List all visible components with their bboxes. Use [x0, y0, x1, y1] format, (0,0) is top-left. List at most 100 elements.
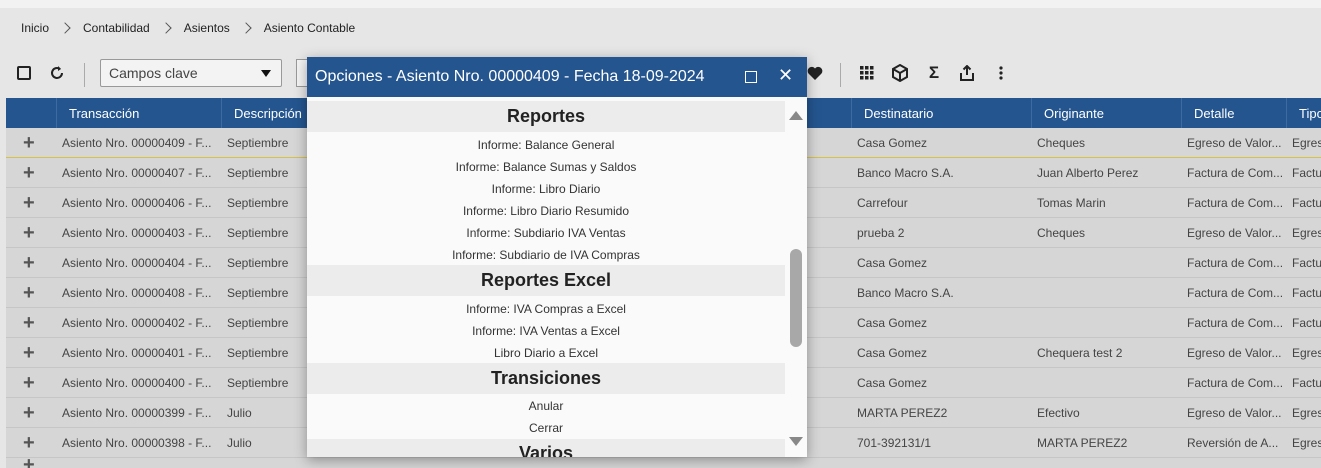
option-libro-diario-resumido[interactable]: Informe: Libro Diario Resumido — [307, 200, 785, 222]
plus-icon[interactable]: + — [23, 128, 35, 158]
caret-down-icon — [261, 70, 271, 77]
cell-descripcion: Julio — [227, 436, 252, 450]
cell-transaccion: Asiento Nro. 00000408 - F... — [62, 286, 212, 300]
cube-icon — [892, 64, 908, 82]
option-cerrar[interactable]: Cerrar — [307, 417, 785, 439]
column-header-transaccion[interactable]: Transacción — [56, 98, 221, 128]
cell-destinatario: 701-392131/1 — [857, 436, 932, 450]
option-libro-diario[interactable]: Informe: Libro Diario — [307, 178, 785, 200]
cell-detalle: Factura de Com... — [1187, 196, 1284, 210]
close-icon[interactable]: ✕ — [778, 65, 793, 86]
cell-destinatario: Casa Gomez — [857, 316, 928, 330]
column-header-expand — [6, 98, 56, 128]
plus-icon[interactable]: + — [23, 450, 35, 468]
toolbar-divider — [84, 63, 85, 87]
plus-icon[interactable]: + — [23, 248, 35, 278]
filter-select[interactable]: Campos clave — [100, 59, 282, 87]
breadcrumb-contabilidad[interactable]: Contabilidad — [83, 21, 150, 35]
plus-icon[interactable]: + — [23, 338, 35, 368]
cell-detalle: Factura de Com... — [1187, 286, 1284, 300]
plus-icon[interactable]: + — [23, 158, 35, 188]
favorite-button[interactable] — [805, 48, 825, 98]
section-transiciones: Transiciones — [307, 363, 785, 394]
breadcrumb-asientos[interactable]: Asientos — [184, 21, 230, 35]
cell-destinatario: Banco Macro S.A. — [857, 166, 954, 180]
column-header-detalle[interactable]: Detalle — [1181, 98, 1286, 128]
cell-destinatario: Casa Gomez — [857, 346, 928, 360]
sum-button[interactable]: Σ — [924, 48, 944, 98]
columns-button[interactable] — [857, 48, 877, 98]
cell-destinatario: Casa Gomez — [857, 376, 928, 390]
column-header-originante[interactable]: Originante — [1031, 98, 1181, 128]
top-strip — [0, 0, 1321, 8]
plus-icon[interactable]: + — [23, 398, 35, 428]
chevron-right-icon — [59, 22, 71, 34]
dialog-scrollbar[interactable] — [785, 97, 807, 457]
more-button[interactable] — [992, 48, 1010, 98]
sigma-icon: Σ — [928, 63, 940, 82]
cell-transaccion: Asiento Nro. 00000407 - F... — [62, 166, 212, 180]
cell-tipo: Egres — [1292, 226, 1321, 240]
cell-tipo: Egres — [1292, 436, 1321, 450]
option-balance-sumas-saldos[interactable]: Informe: Balance Sumas y Saldos — [307, 156, 785, 178]
toolbar-divider — [840, 63, 841, 87]
column-header-tipo[interactable]: Tipo — [1286, 98, 1321, 128]
plus-icon[interactable]: + — [23, 218, 35, 248]
cell-descripcion: Septiembre — [227, 196, 289, 210]
option-balance-general[interactable]: Informe: Balance General — [307, 134, 785, 156]
checkbox-icon — [17, 66, 31, 80]
breadcrumb-inicio[interactable]: Inicio — [21, 21, 49, 35]
cell-destinatario: prueba 2 — [857, 226, 905, 240]
cell-destinatario: Casa Gomez — [857, 136, 928, 150]
option-iva-compras-excel[interactable]: Informe: IVA Compras a Excel — [307, 298, 785, 320]
scroll-thumb[interactable] — [790, 249, 802, 347]
cell-tipo: Egres — [1292, 406, 1321, 420]
refresh-button[interactable] — [46, 48, 68, 98]
section-reportes-excel: Reportes Excel — [307, 265, 785, 296]
option-anular[interactable]: Anular — [307, 395, 785, 417]
option-subdiario-iva-ventas[interactable]: Informe: Subdiario IVA Ventas — [307, 222, 785, 244]
cell-originante: Cheques — [1037, 136, 1086, 150]
scroll-down-icon[interactable] — [789, 437, 803, 446]
cell-transaccion: Asiento Nro. 00000409 - F... — [62, 136, 212, 150]
cell-transaccion: Asiento Nro. 00000400 - F... — [62, 376, 212, 390]
options-dialog: Opciones - Asiento Nro. 00000409 - Fecha… — [307, 57, 807, 457]
cell-tipo: Egres — [1292, 136, 1321, 150]
option-subdiario-iva-compras[interactable]: Informe: Subdiario de IVA Compras — [307, 244, 785, 266]
table-row[interactable]: + — [6, 454, 1321, 468]
cell-transaccion: Asiento Nro. 00000401 - F... — [62, 346, 212, 360]
plus-icon[interactable]: + — [23, 368, 35, 398]
scroll-up-icon[interactable] — [789, 111, 803, 120]
export-button[interactable] — [957, 48, 977, 98]
plus-icon[interactable]: + — [23, 278, 35, 308]
cell-originante: MARTA PEREZ2 — [1037, 436, 1128, 450]
cell-destinatario: Banco Macro S.A. — [857, 286, 954, 300]
plus-icon[interactable]: + — [23, 188, 35, 218]
option-iva-ventas-excel[interactable]: Informe: IVA Ventas a Excel — [307, 320, 785, 342]
cell-detalle: Reversión de A... — [1187, 436, 1279, 450]
heart-icon — [807, 66, 823, 80]
cell-descripcion: Julio — [227, 406, 252, 420]
export-icon — [960, 65, 974, 81]
cell-destinatario: Carrefour — [857, 196, 908, 210]
column-header-destinatario[interactable]: Destinatario — [851, 98, 1031, 128]
select-all-button[interactable] — [14, 48, 34, 98]
section-reportes: Reportes — [307, 101, 785, 132]
cell-tipo: Factu — [1292, 286, 1321, 300]
cell-originante: Juan Alberto Perez — [1037, 166, 1139, 180]
refresh-icon — [51, 66, 63, 79]
breadcrumb: Inicio Contabilidad Asientos Asiento Con… — [0, 8, 1321, 48]
grid-icon — [860, 66, 874, 80]
cell-tipo: Egres — [1292, 346, 1321, 360]
option-libro-diario-excel[interactable]: Libro Diario a Excel — [307, 342, 785, 364]
cell-transaccion: Asiento Nro. 00000404 - F... — [62, 256, 212, 270]
section-varios: Varios — [307, 439, 785, 457]
maximize-icon[interactable] — [745, 71, 757, 83]
cell-detalle: Egreso de Valor... — [1187, 226, 1282, 240]
cell-originante: Chequera test 2 — [1037, 346, 1123, 360]
cell-transaccion: Asiento Nro. 00000403 - F... — [62, 226, 212, 240]
plus-icon[interactable]: + — [23, 308, 35, 338]
chevron-right-icon — [240, 22, 252, 34]
package-button[interactable] — [889, 48, 911, 98]
cell-detalle: Egreso de Valor... — [1187, 346, 1282, 360]
